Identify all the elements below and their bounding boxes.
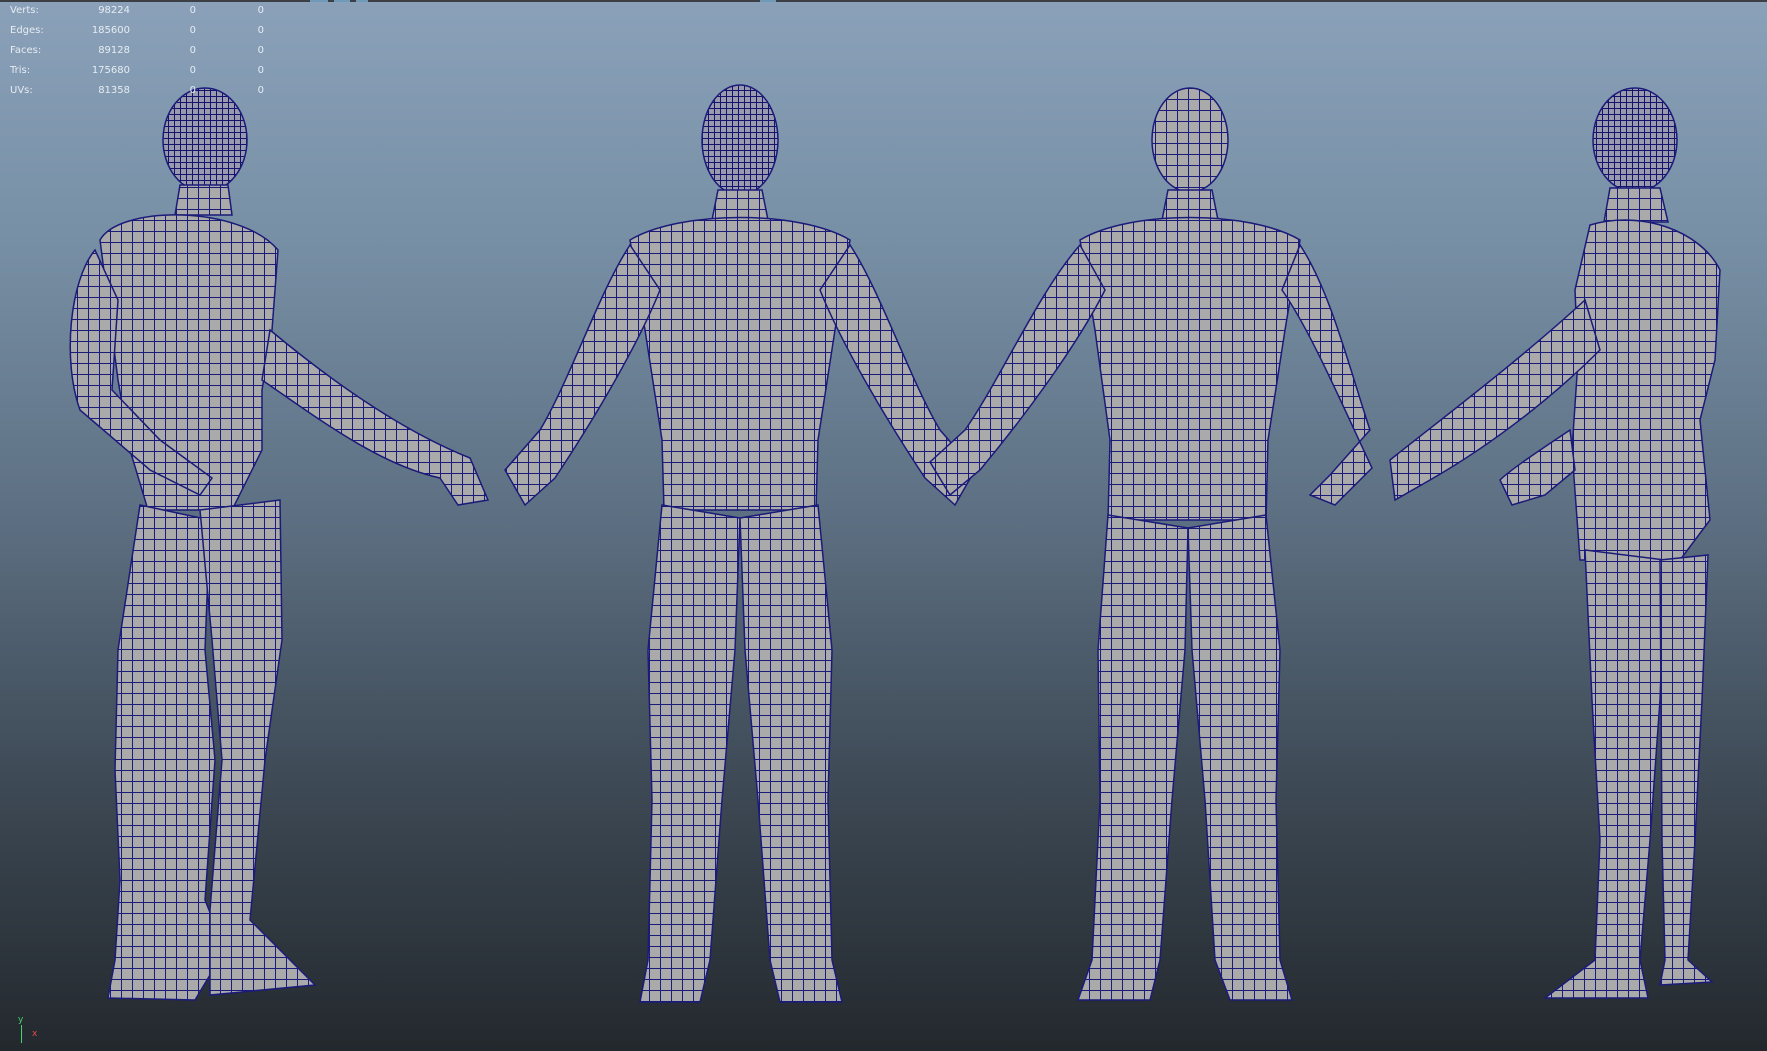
hud-label: Verts: (10, 5, 39, 16)
hud-value: 185600 (91, 25, 130, 36)
hud-value: 0 (189, 65, 196, 76)
hud-value: 175680 (91, 65, 130, 76)
mesh-model-back[interactable] (929, 87, 1373, 1001)
hud-label: Faces: (10, 45, 42, 56)
hud-value: 0 (189, 45, 196, 56)
hud-value: 0 (257, 65, 264, 76)
hud-value: 89128 (98, 45, 130, 56)
hud-value: 81358 (98, 85, 130, 96)
mesh-model-three-quarter[interactable] (69, 87, 490, 1001)
axis-y-line (21, 1025, 22, 1043)
hud-label: Edges: (10, 25, 44, 36)
hud-value: 0 (257, 85, 264, 96)
mesh-model-front[interactable] (504, 84, 976, 1003)
mesh-model-side[interactable] (1389, 87, 1721, 999)
hud-value: 0 (189, 5, 196, 16)
hud-value: 98224 (98, 5, 130, 16)
hud-row-tris: Tris: 175680 0 0 (10, 61, 270, 81)
view-axis-gizmo: y x (10, 1015, 50, 1045)
axis-x-label: x (32, 1029, 38, 1039)
hud-row-uvs: UVs: 81358 0 0 (10, 81, 270, 101)
hud-label: UVs: (10, 85, 33, 96)
hud-value: 0 (257, 25, 264, 36)
hud-value: 0 (257, 45, 264, 56)
hud-value: 0 (189, 25, 196, 36)
hud-row-faces: Faces: 89128 0 0 (10, 41, 270, 61)
hud-label: Tris: (10, 65, 31, 76)
hud-value: 0 (189, 85, 196, 96)
hud-row-verts: Verts: 98224 0 0 (10, 1, 270, 21)
hud-row-edges: Edges: 185600 0 0 (10, 21, 270, 41)
poly-count-hud: Verts: 98224 0 0 Edges: 185600 0 0 Faces… (10, 1, 270, 101)
hud-value: 0 (257, 5, 264, 16)
axis-y-label: y (18, 1015, 24, 1025)
viewport-3d[interactable] (0, 0, 1767, 1051)
